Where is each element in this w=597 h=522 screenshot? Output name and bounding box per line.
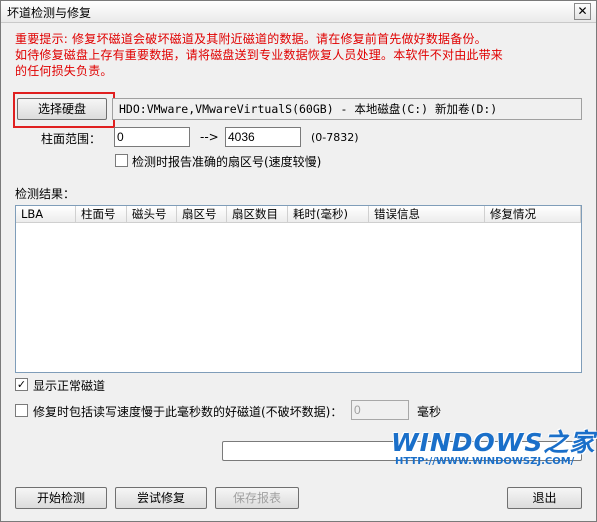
warning-text: 重要提示: 修复坏磁道会破坏磁道及其附近磁道的数据。请在修复前首先做好数据备份。… <box>15 31 585 79</box>
try-repair-button[interactable]: 尝试修复 <box>115 487 207 509</box>
show-normal-checkbox[interactable]: ✓ <box>15 378 28 391</box>
results-label: 检测结果： <box>15 187 76 201</box>
column-header-repair[interactable]: 修复情况 <box>485 206 581 223</box>
watermark-url: HTTP://WWW.WINDOWSZJ.COM/ <box>395 456 575 467</box>
show-normal-label: 显示正常磁道 <box>33 379 106 393</box>
report-exact-sector-label: 检测时报告准确的扇区号(速度较慢) <box>132 155 322 169</box>
title-bar: 坏道检测与修复 ✕ <box>1 1 596 23</box>
save-report-button[interactable]: 保存报表 <box>215 487 299 509</box>
start-check-button[interactable]: 开始检测 <box>15 487 107 509</box>
column-header-error[interactable]: 错误信息 <box>369 206 485 223</box>
watermark-logo: WINDOWS之家 HTTP://WWW.WINDOWSZJ.COM/ <box>391 423 594 475</box>
watermark-brand: WINDOWS之家 <box>391 428 596 457</box>
column-header-cylinder[interactable]: 柱面号 <box>76 206 127 223</box>
warning-line: 的任何损失负责。 <box>15 64 113 78</box>
column-header-head[interactable]: 磁头号 <box>127 206 177 223</box>
column-header-sector-count[interactable]: 扇区数目 <box>227 206 288 223</box>
results-table[interactable]: LBA 柱面号 磁头号 扇区号 扇区数目 耗时(毫秒) 错误信息 修复情况 <box>15 205 582 373</box>
disk-info-field: HDO:VMware,VMwareVirtualS(60GB) - 本地磁盘(C… <box>112 98 582 120</box>
repair-slow-checkbox[interactable] <box>15 404 28 417</box>
column-header-sector[interactable]: 扇区号 <box>177 206 227 223</box>
warning-line: 如待修复磁盘上存有重要数据，请将磁盘送到专业数据恢复人员处理。本软件不对由此带来 <box>15 48 504 62</box>
select-disk-button[interactable]: 选择硬盘 <box>17 98 107 120</box>
exit-button[interactable]: 退出 <box>507 487 582 509</box>
bad-sector-dialog: 坏道检测与修复 ✕ 重要提示: 修复坏磁道会破坏磁道及其附近磁道的数据。请在修复… <box>0 0 597 522</box>
window-title: 坏道检测与修复 <box>7 6 92 20</box>
report-exact-sector-checkbox[interactable] <box>115 154 128 167</box>
cylinder-range-hint: (0-7832) <box>311 131 359 144</box>
repair-slow-ms-input[interactable] <box>351 400 409 420</box>
warning-line: 重要提示: 修复坏磁道会破坏磁道及其附近磁道的数据。请在修复前首先做好数据备份。 <box>15 32 487 46</box>
repair-slow-label: 修复时包括读写速度慢于此毫秒数的好磁道(不破坏数据)： <box>33 405 343 419</box>
cylinder-start-input[interactable] <box>114 127 190 147</box>
results-header: LBA 柱面号 磁头号 扇区号 扇区数目 耗时(毫秒) 错误信息 修复情况 <box>16 206 581 224</box>
repair-slow-unit: 毫秒 <box>417 405 442 419</box>
column-header-time[interactable]: 耗时(毫秒) <box>288 206 369 223</box>
column-header-lba[interactable]: LBA <box>16 206 76 223</box>
range-arrow: --> <box>200 130 219 144</box>
close-button[interactable]: ✕ <box>574 3 591 20</box>
cylinder-range-label: 柱面范围： <box>41 132 102 146</box>
cylinder-end-input[interactable] <box>225 127 301 147</box>
